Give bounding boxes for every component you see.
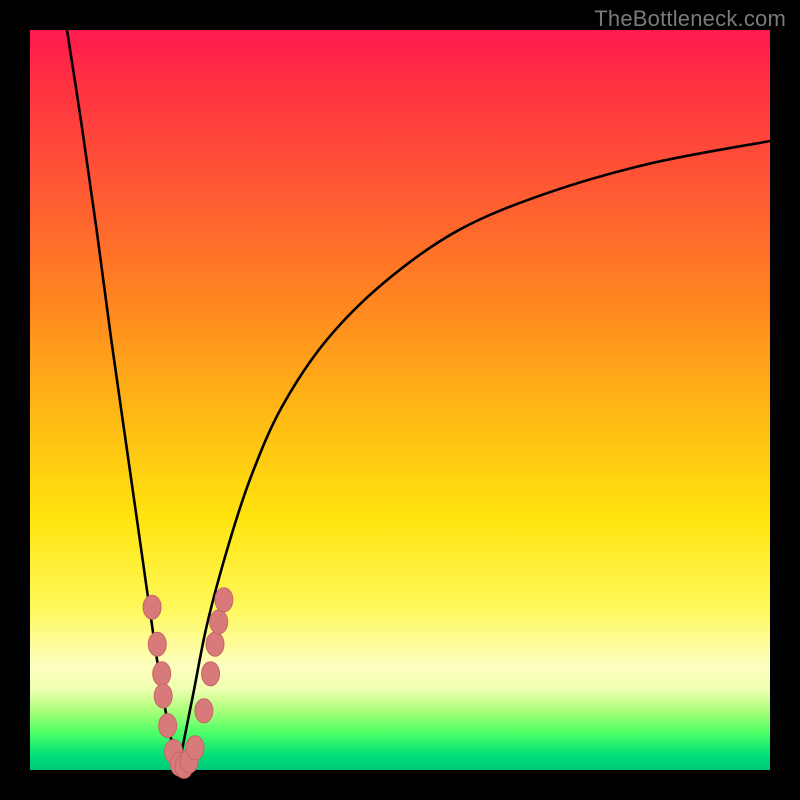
data-marker	[215, 588, 233, 612]
data-marker	[159, 714, 177, 738]
watermark-text: TheBottleneck.com	[594, 6, 786, 32]
curve-layer	[30, 30, 770, 770]
data-marker	[143, 595, 161, 619]
data-marker	[195, 699, 213, 723]
curve-right-branch	[178, 141, 770, 770]
data-marker	[148, 632, 166, 656]
curve-left-branch	[67, 30, 178, 770]
data-marker	[210, 610, 228, 634]
marker-group	[143, 588, 233, 779]
plot-area	[30, 30, 770, 770]
data-marker	[202, 662, 220, 686]
chart-frame: TheBottleneck.com	[0, 0, 800, 800]
data-marker	[153, 662, 171, 686]
data-marker	[186, 736, 204, 760]
data-marker	[206, 632, 224, 656]
data-marker	[154, 684, 172, 708]
